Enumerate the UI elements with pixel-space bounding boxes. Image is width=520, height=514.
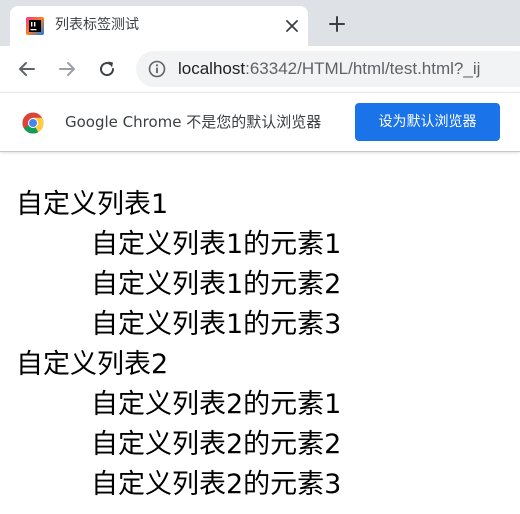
page-content: 自定义列表1 自定义列表1的元素1 自定义列表1的元素2 自定义列表1的元素3 … [16,185,516,505]
url-text: localhost:63342/HTML/html/test.html?_ij [178,58,480,80]
list-item: 自定义列表1的元素3 [91,309,342,340]
browser-toolbar: localhost:63342/HTML/html/test.html?_ij [0,46,520,92]
arrow-left-icon[interactable] [14,56,40,82]
arrow-right-icon[interactable] [54,56,80,82]
close-icon[interactable] [282,16,302,36]
tab-active[interactable]: 列表标签测试 [10,6,308,46]
list-item: 自定义列表1的元素2 [91,269,342,300]
url-path: :63342/HTML/html/test.html?_ij [245,59,481,78]
reload-icon[interactable] [94,56,120,82]
infobar-message: Google Chrome 不是您的默认浏览器 [65,113,322,131]
list-item: 自定义列表2的元素3 [91,469,342,500]
url-host: localhost [178,59,246,78]
jetbrains-logo-icon [26,17,44,35]
list-item: 自定义列表2的元素1 [91,389,342,420]
address-bar[interactable]: localhost:63342/HTML/html/test.html?_ij [136,51,520,87]
default-browser-infobar: Google Chrome 不是您的默认浏览器 设为默认浏览器 [0,92,520,152]
list-term: 自定义列表2 [16,349,169,380]
tab-strip: 列表标签测试 [0,0,520,46]
tab-title: 列表标签测试 [55,17,139,33]
new-tab-plus-icon[interactable] [326,13,348,35]
info-icon[interactable] [148,60,166,78]
set-default-browser-button[interactable]: 设为默认浏览器 [355,103,500,141]
chrome-logo-icon [22,112,44,134]
list-item: 自定义列表2的元素2 [91,429,342,460]
list-term: 自定义列表1 [16,189,169,220]
list-item: 自定义列表1的元素1 [91,229,342,260]
definition-list: 自定义列表1 自定义列表1的元素1 自定义列表1的元素2 自定义列表1的元素3 … [16,185,516,505]
